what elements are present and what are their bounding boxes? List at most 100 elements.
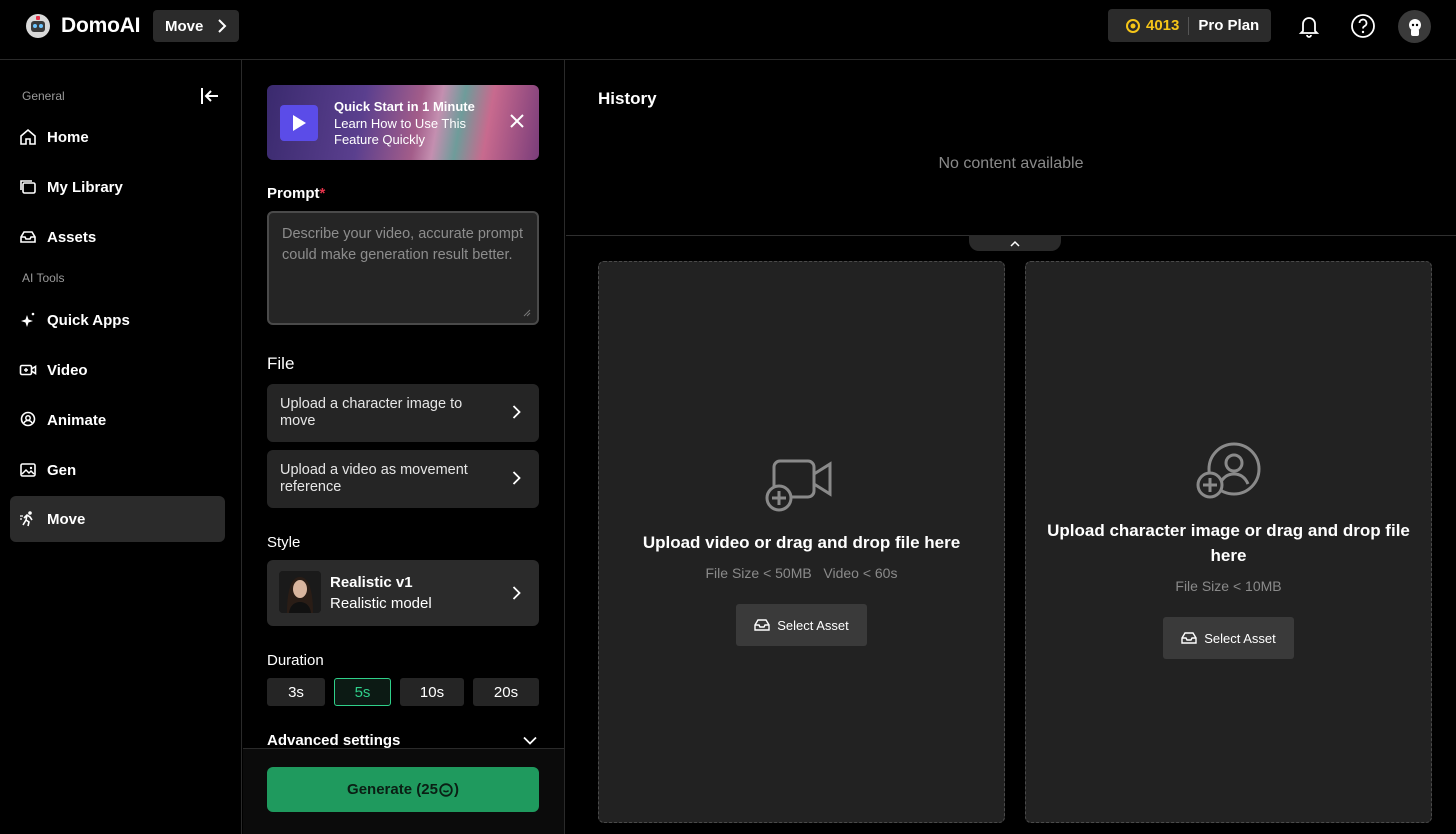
- select-asset-button[interactable]: Select Asset: [1163, 617, 1294, 659]
- upload-character-button[interactable]: Upload a character image to move: [267, 384, 539, 442]
- add-character-icon: [1196, 442, 1261, 499]
- domoai-logo-icon[interactable]: [24, 12, 52, 40]
- assets-icon: [20, 231, 36, 243]
- sidebar-item-label: Quick Apps: [47, 311, 130, 329]
- select-asset-label: Select Asset: [777, 617, 849, 633]
- image-icon: [20, 463, 36, 477]
- move-icon: [20, 511, 33, 527]
- play-button[interactable]: [280, 105, 318, 141]
- history-section: History No content available: [566, 60, 1456, 236]
- banner-subtitle: Learn How to Use This Feature Quickly: [334, 116, 466, 147]
- advanced-settings-toggle[interactable]: Advanced settings: [267, 732, 539, 749]
- video-drop-zone[interactable]: Upload video or drag and drop file here …: [598, 261, 1005, 823]
- chevron-right-icon: [512, 405, 521, 419]
- close-icon[interactable]: [510, 114, 524, 128]
- sparkle-icon: [21, 312, 35, 327]
- chevron-right-icon: [218, 19, 227, 33]
- sidebar-item-animate[interactable]: Animate: [10, 397, 225, 443]
- prompt-input[interactable]: Describe your video, accurate prompt cou…: [267, 211, 539, 325]
- image-drop-title: Upload character image or drag and drop …: [1047, 521, 1410, 565]
- animate-icon: [20, 411, 36, 427]
- duration-option-3s[interactable]: 3s: [267, 678, 325, 706]
- duration-option-20s[interactable]: 20s: [473, 678, 539, 706]
- generate-footer: Generate (25 ): [243, 748, 564, 834]
- generate-suffix: ): [453, 781, 459, 798]
- credits-plan-button[interactable]: 4013 Pro Plan: [1108, 9, 1271, 42]
- prompt-label-text: Prompt: [267, 185, 320, 202]
- duration-label: Duration: [267, 652, 324, 669]
- sidebar-item-my-library[interactable]: My Library: [10, 164, 225, 210]
- help-icon[interactable]: [1349, 12, 1377, 40]
- settings-panel: Quick Start in 1 Minute Learn How to Use…: [243, 60, 565, 834]
- sidebar-item-label: Move: [47, 510, 86, 528]
- sidebar-item-label: Animate: [47, 411, 107, 429]
- assets-icon: [1181, 632, 1197, 644]
- sidebar-item-label: Home: [47, 128, 89, 146]
- duration-option-5s[interactable]: 5s: [334, 678, 391, 706]
- section-label-ai-tools: AI Tools: [22, 271, 65, 285]
- video-drop-title: Upload video or drag and drop file here: [642, 533, 961, 552]
- style-name: Realistic v1: [330, 574, 413, 591]
- video-icon: [19, 364, 37, 376]
- sidebar-item-label: My Library: [47, 178, 123, 196]
- video-drop-limits: File Size < 50MB Video < 60s: [599, 565, 1004, 581]
- file-label: File: [267, 354, 295, 373]
- upload-video-label: Upload a video as movement reference: [280, 462, 468, 495]
- required-mark: *: [319, 185, 326, 202]
- upload-character-label: Upload a character image to move: [280, 396, 463, 429]
- sidebar-item-home[interactable]: Home: [10, 114, 225, 160]
- plan-label: Pro Plan: [1198, 17, 1260, 34]
- sidebar: General Home My Library Assets AI Tools …: [0, 60, 242, 834]
- brand-name[interactable]: DomoAI: [61, 14, 140, 38]
- divider: [1188, 16, 1190, 35]
- add-video-icon: [765, 459, 832, 512]
- breadcrumb-move[interactable]: Move: [153, 10, 239, 42]
- select-asset-button[interactable]: Select Asset: [736, 604, 867, 646]
- video-duration-limit: Video < 60s: [823, 565, 898, 581]
- prompt-label: Prompt*: [267, 185, 325, 202]
- top-bar: DomoAI Move 4013 Pro Plan: [0, 0, 1456, 60]
- sidebar-item-label: Video: [47, 361, 88, 379]
- image-size-limit: File Size < 10MB: [1175, 578, 1282, 594]
- upload-video-button[interactable]: Upload a video as movement reference: [267, 450, 539, 508]
- style-label: Style: [267, 534, 301, 551]
- quick-start-banner[interactable]: Quick Start in 1 Minute Learn How to Use…: [267, 85, 539, 160]
- sidebar-item-assets[interactable]: Assets: [10, 214, 225, 260]
- collapse-sidebar-icon[interactable]: [200, 87, 220, 105]
- style-selector[interactable]: Realistic v1 Realistic model: [267, 560, 539, 626]
- bell-icon[interactable]: [1295, 12, 1323, 40]
- sidebar-item-quick-apps[interactable]: Quick Apps: [10, 297, 225, 343]
- coin-icon: [1126, 18, 1140, 33]
- resize-handle-icon[interactable]: [523, 309, 531, 317]
- generate-label: Generate (25: [347, 781, 438, 798]
- library-icon: [20, 180, 36, 194]
- duration-option-10s[interactable]: 10s: [400, 678, 464, 706]
- coin-icon: [439, 782, 453, 797]
- home-icon: [20, 128, 36, 145]
- character-image-drop-zone[interactable]: Upload character image or drag and drop …: [1025, 261, 1432, 823]
- sidebar-item-label: Assets: [47, 228, 97, 246]
- avatar-icon: [1408, 18, 1421, 36]
- generate-button[interactable]: Generate (25 ): [267, 767, 539, 812]
- chevron-right-icon: [512, 471, 521, 485]
- section-label-general: General: [22, 89, 65, 103]
- advanced-settings-label: Advanced settings: [267, 732, 401, 749]
- collapse-history-handle[interactable]: [969, 235, 1061, 251]
- chevron-up-icon: [1010, 240, 1020, 247]
- sidebar-item-label: Gen: [47, 461, 77, 479]
- sidebar-item-move[interactable]: Move: [10, 496, 225, 542]
- sidebar-item-video[interactable]: Video: [10, 347, 225, 393]
- prompt-placeholder: Describe your video, accurate prompt cou…: [282, 226, 523, 263]
- credit-count: 4013: [1146, 17, 1180, 34]
- banner-title: Quick Start in 1 Minute: [334, 99, 475, 114]
- chevron-down-icon: [523, 736, 537, 745]
- history-empty-message: No content available: [938, 155, 1084, 172]
- breadcrumb-label: Move: [165, 17, 204, 35]
- style-description: Realistic model: [330, 595, 432, 612]
- style-thumbnail: [279, 571, 321, 613]
- user-avatar[interactable]: [1398, 10, 1431, 43]
- select-asset-label: Select Asset: [1204, 630, 1276, 646]
- video-size-limit: File Size < 50MB: [705, 565, 812, 581]
- assets-icon: [754, 619, 770, 631]
- sidebar-item-gen[interactable]: Gen: [10, 447, 225, 493]
